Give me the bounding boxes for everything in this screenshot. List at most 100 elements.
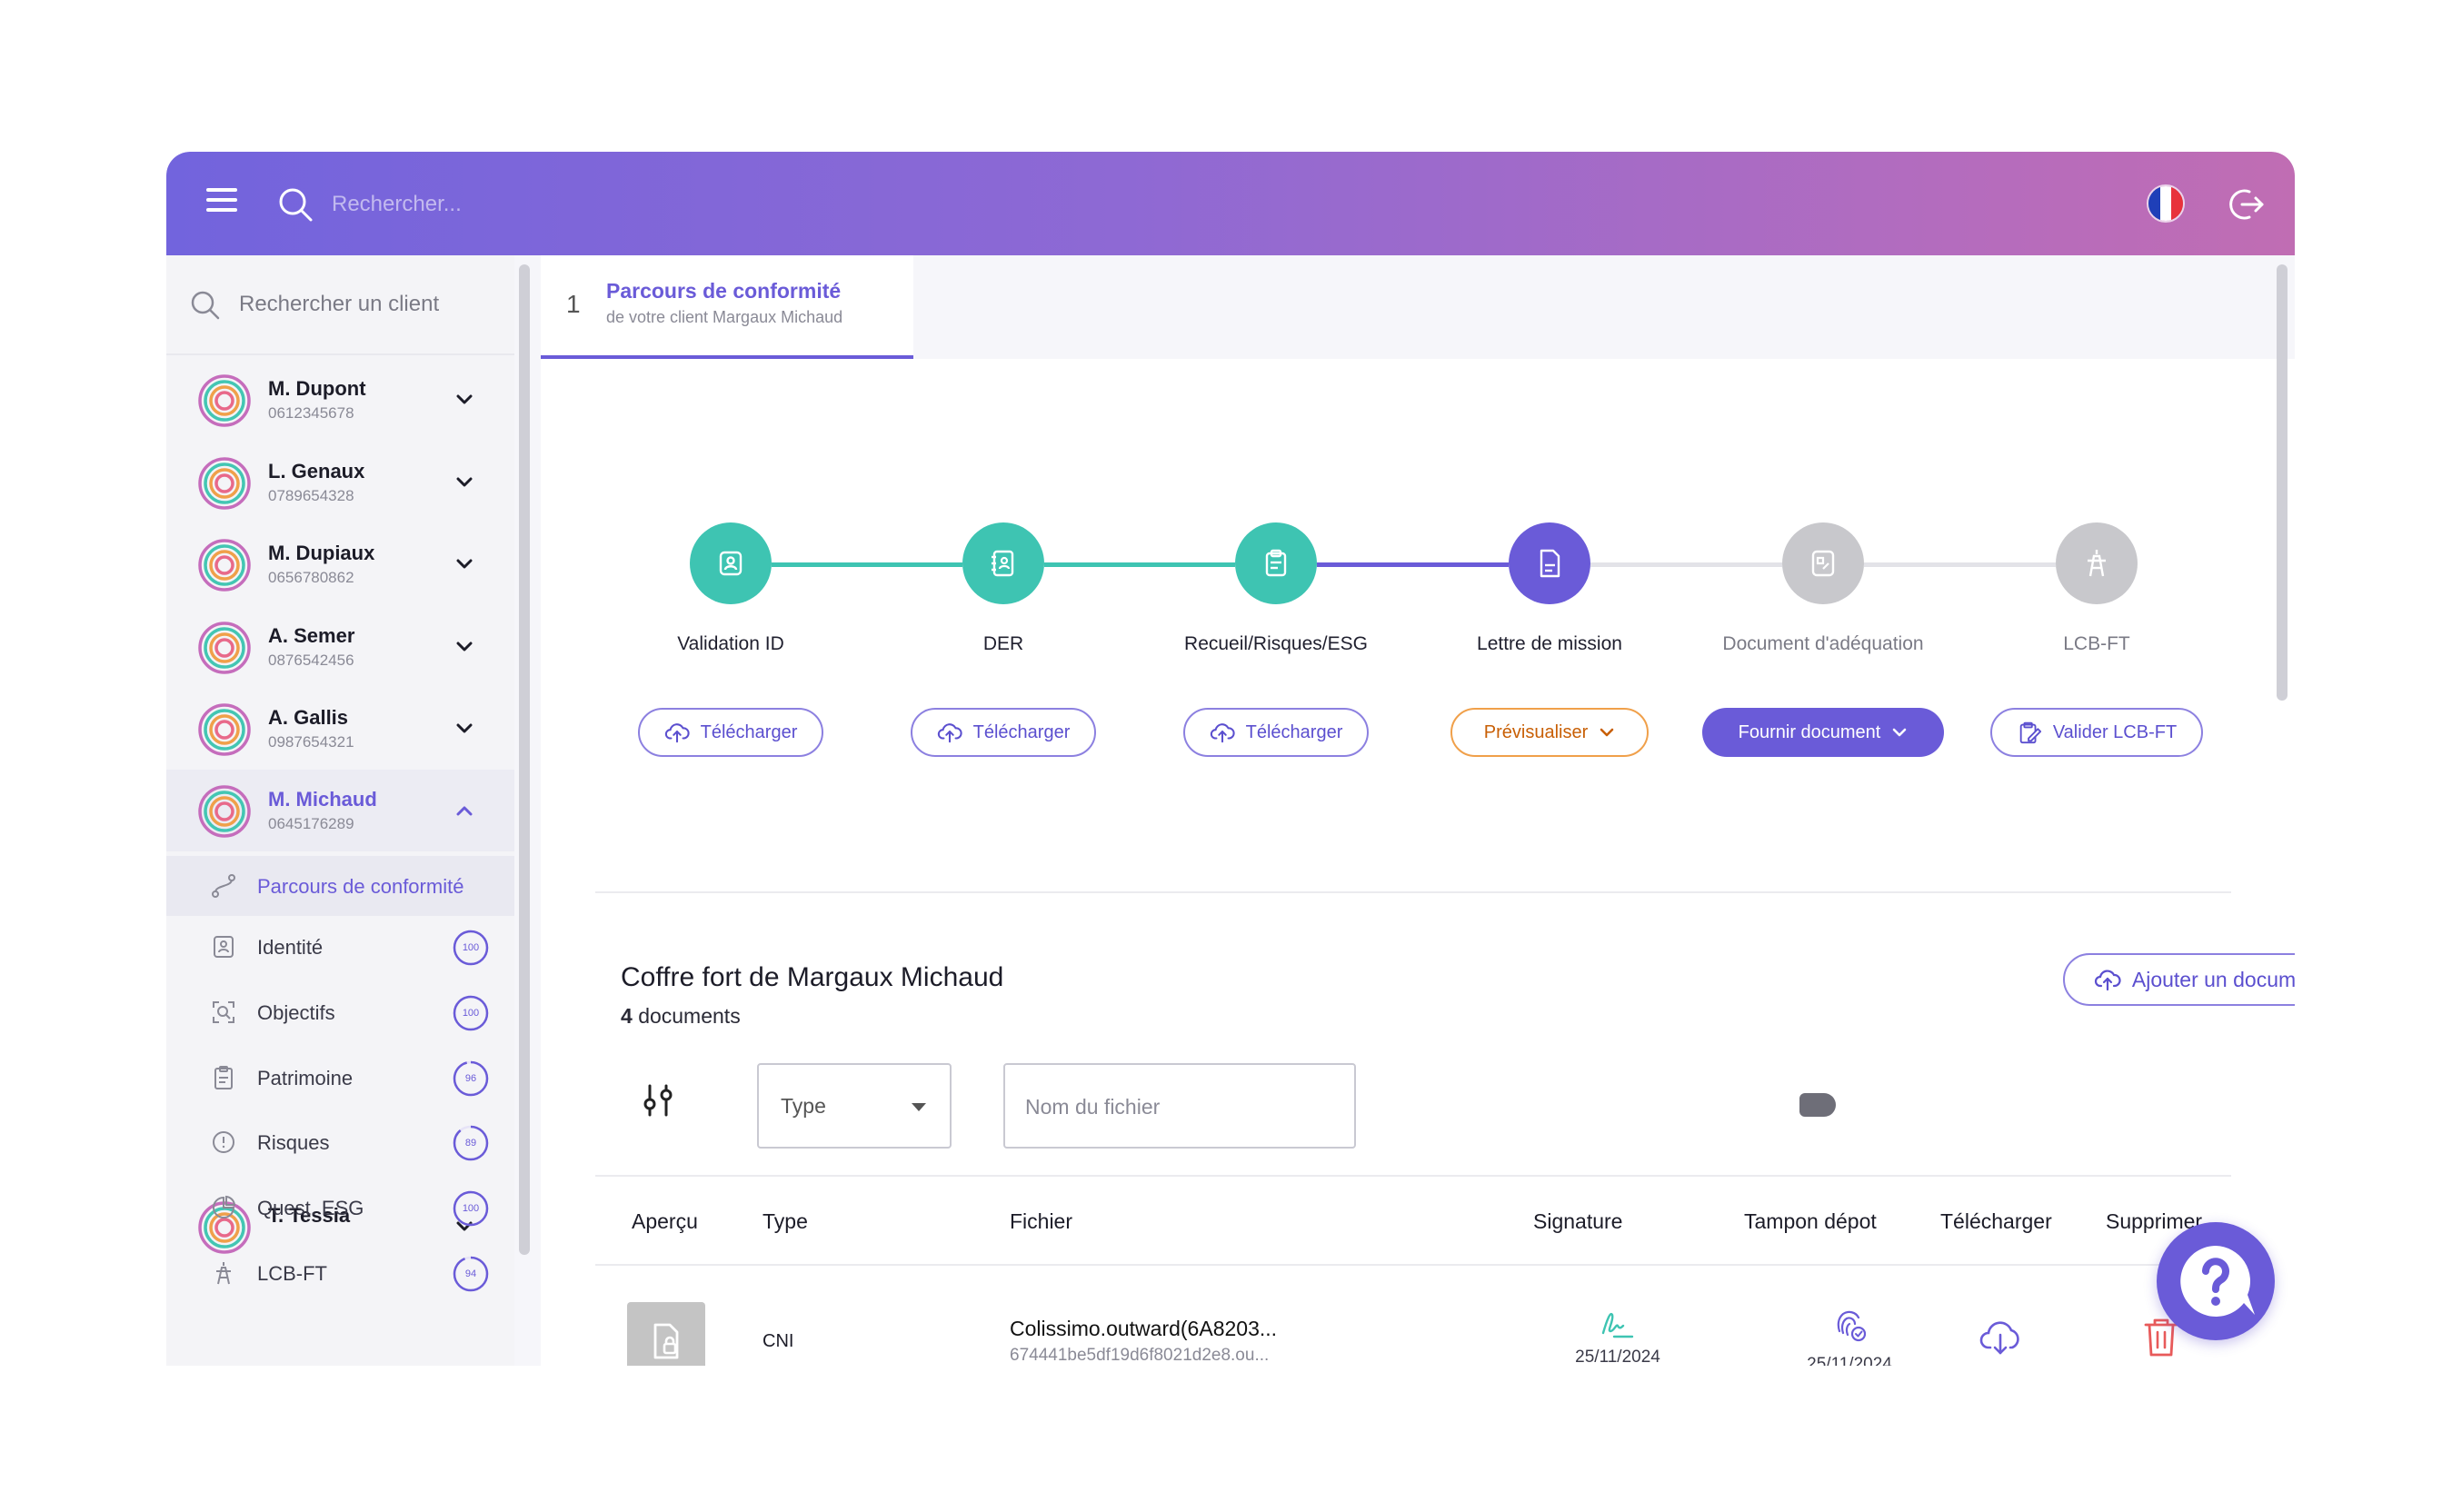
language-flag-icon[interactable] — [2147, 184, 2185, 223]
client-name: A. Semer — [268, 624, 355, 647]
step-action-button[interactable]: Fournir document — [1702, 708, 1944, 757]
client-avatar-icon — [198, 622, 251, 674]
step-action-button[interactable]: Télécharger — [638, 708, 823, 757]
contact-book-icon — [992, 550, 1014, 577]
tab-parcours-conformite[interactable]: 1 Parcours de conformité de votre client… — [541, 255, 913, 359]
completion-score: 94 — [452, 1255, 490, 1293]
add-document-button[interactable]: Ajouter un document — [2063, 953, 2295, 1006]
stamp-date: 25/11/2024 — [1807, 1355, 1892, 1366]
step-status-circle[interactable] — [690, 522, 772, 604]
chevron-down-icon[interactable] — [455, 641, 473, 653]
column-header: Signature — [1533, 1209, 1623, 1233]
step-label: Document d'adéquation — [1722, 633, 1924, 654]
sidebar-subitem[interactable]: LCB-FT 94 — [166, 1243, 514, 1303]
chevron-down-icon[interactable] — [455, 476, 473, 489]
stamp-cell: 25/11/2024 — [1795, 1304, 1904, 1366]
client-item[interactable]: M. Michaud 0645176289 — [166, 770, 514, 851]
document-icon — [1540, 549, 1560, 578]
client-item[interactable]: M. Dupiaux 0656780862 — [166, 523, 514, 605]
pie-icon — [213, 1195, 236, 1219]
step-action-label: Télécharger — [1245, 721, 1343, 742]
client-item[interactable]: A. Gallis 0987654321 — [166, 688, 514, 770]
step-connector — [1317, 562, 1509, 567]
filter-sliders-icon[interactable] — [641, 1082, 677, 1119]
type-filter-select[interactable]: Type — [757, 1063, 952, 1149]
step-connector — [1590, 562, 1782, 567]
step-action-label: Télécharger — [972, 721, 1071, 742]
document-count: 4 — [621, 1004, 633, 1028]
client-item[interactable]: M. Dupont 0612345678 — [166, 359, 514, 441]
global-search[interactable] — [277, 179, 822, 228]
main-scrollbar[interactable] — [2277, 264, 2288, 701]
sidebar-subitem[interactable]: Risques 89 — [166, 1112, 514, 1172]
step-status-circle[interactable] — [2056, 522, 2138, 604]
step-label: Lettre de mission — [1477, 633, 1622, 654]
client-name: M. Dupont — [268, 377, 366, 400]
subitem-label: Patrimoine — [257, 1067, 354, 1089]
subitem-label: Quest. ESG — [257, 1197, 364, 1219]
chevron-down-icon — [1600, 728, 1614, 737]
subitem-label: Identité — [257, 936, 324, 959]
client-item[interactable]: L. Genaux 0789654328 — [166, 442, 514, 523]
cloud-upload-icon — [664, 723, 690, 743]
add-document-label: Ajouter un document — [2131, 967, 2295, 991]
client-avatar-icon — [198, 539, 251, 592]
step-status-circle[interactable] — [1235, 522, 1317, 604]
sidebar-scrollbar[interactable] — [519, 264, 530, 1255]
cloud-upload-icon — [1210, 723, 1235, 743]
signature-cell: 25/11/2024 — [1563, 1304, 1672, 1366]
score-value: 89 — [464, 1138, 477, 1149]
cloud-download-icon[interactable] — [1978, 1315, 2023, 1360]
logout-icon[interactable] — [2226, 184, 2266, 224]
client-search-input[interactable] — [239, 286, 503, 323]
table-row: CNI Colissimo.outward(6A8203... 674441be5d… — [595, 1268, 2231, 1366]
step-connector — [772, 562, 962, 567]
step-status-circle[interactable] — [1509, 522, 1590, 604]
filter-toggle[interactable] — [1799, 1093, 1836, 1117]
score-value: 100 — [462, 942, 480, 953]
client-item[interactable]: A. Semer 0876542456 — [166, 606, 514, 688]
hamburger-menu-icon[interactable] — [206, 188, 237, 217]
help-chat-button[interactable] — [2157, 1222, 2275, 1340]
step-action-button[interactable]: Télécharger — [911, 708, 1096, 757]
global-search-input[interactable] — [332, 186, 804, 223]
warning-icon — [213, 1131, 234, 1153]
step-status-circle[interactable] — [962, 522, 1044, 604]
step-action-button[interactable]: Télécharger — [1183, 708, 1369, 757]
divider — [595, 891, 2231, 893]
client-avatar-icon — [198, 374, 251, 427]
completion-score: 100 — [452, 994, 490, 1032]
client-search[interactable] — [166, 255, 514, 355]
step-status-circle[interactable] — [1782, 522, 1864, 604]
tab-title: Parcours de conformité — [606, 279, 842, 303]
chevron-up-icon[interactable] — [455, 804, 473, 817]
completion-score: 89 — [452, 1124, 490, 1162]
main-panel: 1 Parcours de conformité de votre client… — [541, 255, 2295, 1366]
subitem-label: Risques — [257, 1131, 330, 1154]
chevron-down-icon[interactable] — [455, 722, 473, 735]
completion-score: 96 — [452, 1059, 490, 1098]
fingerprint-check-icon — [1837, 1310, 1867, 1342]
sidebar-subitem[interactable]: Patrimoine 96 — [166, 1048, 514, 1108]
step-action-button[interactable]: Valider LCB-FT — [1990, 708, 2203, 757]
document-preview[interactable] — [627, 1302, 705, 1366]
tab-subtitle: de votre client Margaux Michaud — [606, 308, 843, 326]
sidebar-subitem[interactable]: Quest. ESG 100 — [166, 1178, 514, 1238]
caret-down-icon — [912, 1103, 926, 1111]
step-label: Recueil/Risques/ESG — [1184, 633, 1368, 654]
chevron-down-icon[interactable] — [455, 393, 473, 406]
chevron-down-icon[interactable] — [455, 558, 473, 571]
client-phone: 0645176289 — [268, 815, 354, 832]
step-label: Validation ID — [677, 633, 784, 654]
column-header: Fichier — [1010, 1209, 1073, 1233]
step-action-label: Télécharger — [700, 721, 798, 742]
filename-filter[interactable] — [1003, 1063, 1356, 1149]
filename-filter-input[interactable] — [1025, 1089, 1334, 1125]
document-filename[interactable]: Colissimo.outward(6A8203... — [1010, 1317, 1277, 1341]
step-action-button[interactable]: Prévisualiser — [1450, 708, 1649, 757]
sidebar-subitem[interactable]: Objectifs 100 — [166, 982, 514, 1042]
sidebar-subitem[interactable]: Parcours de conformité — [166, 856, 514, 916]
step-action-label: Valider LCB-FT — [2052, 721, 2178, 742]
step-label: DER — [982, 633, 1024, 654]
sidebar-subitem[interactable]: Identité 100 — [166, 917, 514, 977]
